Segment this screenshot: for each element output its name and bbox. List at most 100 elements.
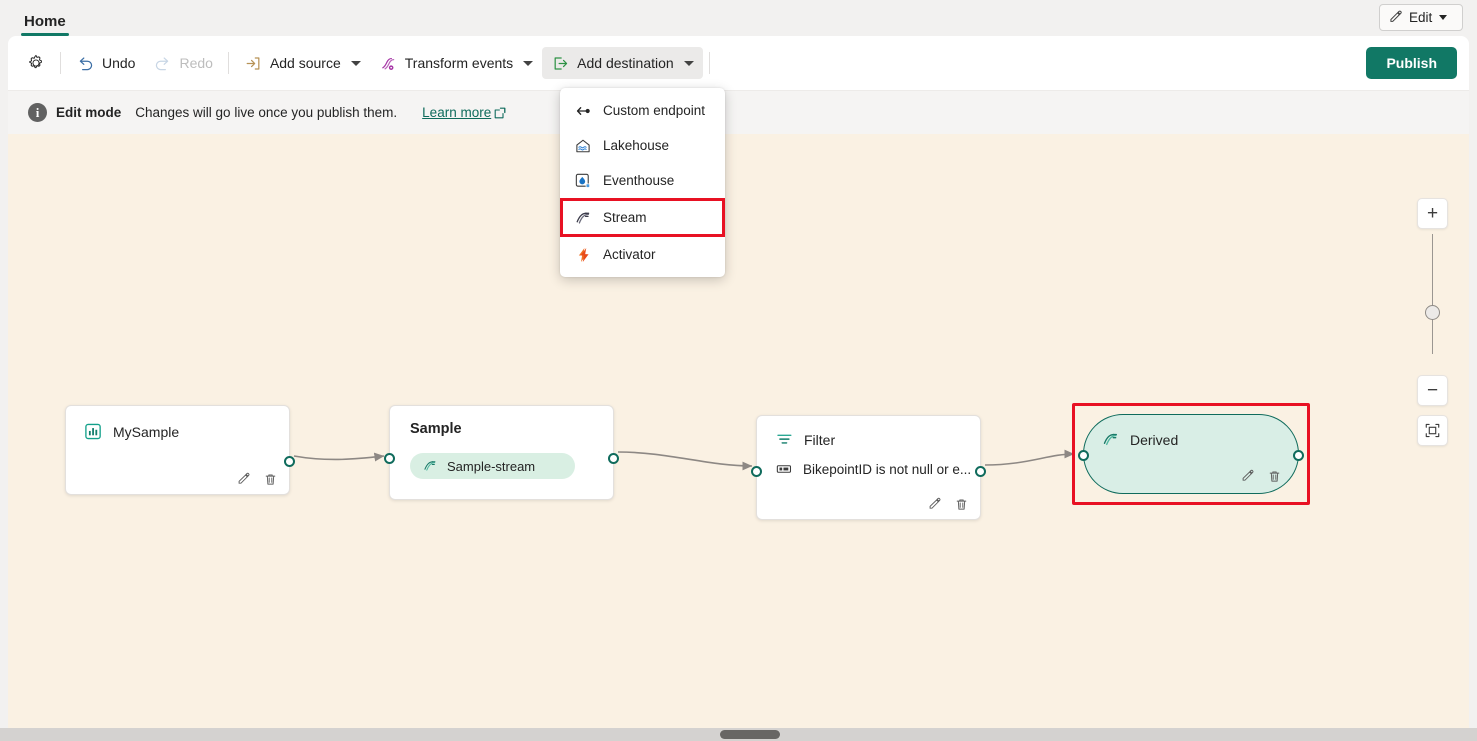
info-icon: i (28, 103, 47, 122)
learn-more-label: Learn more (422, 105, 491, 120)
chevron-down-icon (1439, 15, 1447, 20)
menu-item-label: Stream (603, 210, 647, 225)
trash-icon[interactable] (1267, 469, 1282, 484)
node-filter-condition-label: BikepointID is not null or e... (803, 462, 971, 477)
horizontal-scrollbar-thumb[interactable] (720, 730, 780, 739)
transform-events-label: Transform events (405, 55, 513, 71)
fit-to-screen-icon (1424, 422, 1441, 439)
connector-filter-derived (985, 454, 1074, 465)
info-title: Edit mode (56, 105, 121, 120)
minus-icon: − (1427, 381, 1438, 400)
horizontal-scrollbar[interactable] (0, 728, 1477, 741)
connector-mysample-sample (294, 456, 384, 459)
add-source-button[interactable]: Add source (235, 47, 370, 79)
chevron-down-icon (351, 61, 361, 66)
node-derived-highlight: Derived (1072, 403, 1310, 505)
stream-icon (422, 458, 438, 474)
node-sample-title: Sample (410, 421, 462, 437)
add-source-label: Add source (270, 55, 341, 71)
node-derived[interactable]: Derived (1083, 414, 1299, 494)
fit-to-screen-button[interactable] (1417, 415, 1448, 446)
zoom-slider-track[interactable] (1432, 234, 1433, 354)
node-mysample-actions (236, 472, 278, 487)
node-derived-input-port[interactable] (1078, 450, 1089, 461)
menu-item-eventhouse[interactable]: Eventhouse (560, 163, 725, 198)
zoom-in-button[interactable]: + (1417, 198, 1448, 229)
pencil-icon[interactable] (927, 497, 942, 512)
trash-icon[interactable] (954, 497, 969, 512)
tab-home[interactable]: Home (18, 13, 72, 36)
info-message: Changes will go live once you publish th… (135, 105, 397, 120)
activator-bolt-icon (574, 246, 592, 264)
gear-icon (27, 54, 45, 72)
eventstream-canvas[interactable]: MySample Sample (8, 134, 1469, 728)
transform-events-button[interactable]: Transform events (370, 47, 542, 79)
chart-source-icon (84, 422, 103, 441)
open-in-new-icon (494, 107, 506, 119)
redo-label: Redo (179, 55, 212, 71)
zoom-out-button[interactable]: − (1417, 375, 1448, 406)
menu-item-activator[interactable]: Activator (560, 237, 725, 272)
redo-button: Redo (144, 47, 221, 79)
menu-item-label: Lakehouse (603, 138, 669, 153)
edit-mode-info-bar: i Edit mode Changes will go live once yo… (8, 90, 1469, 134)
node-sample-input-port[interactable] (384, 453, 395, 464)
edit-mode-label: Edit (1409, 10, 1432, 25)
settings-button[interactable] (18, 47, 54, 79)
custom-endpoint-icon (574, 102, 592, 120)
trash-icon[interactable] (263, 472, 278, 487)
node-filter-actions (927, 497, 969, 512)
node-derived-title: Derived (1130, 432, 1178, 448)
node-filter-input-port[interactable] (751, 466, 762, 477)
add-destination-menu[interactable]: Custom endpoint Lakehouse Eventhouse (560, 88, 725, 277)
eventhouse-icon (574, 172, 592, 190)
zoom-slider-thumb[interactable] (1425, 305, 1440, 320)
learn-more-link[interactable]: Learn more (422, 105, 506, 120)
node-filter[interactable]: Filter BikepointID is not null or e... (756, 415, 981, 520)
edit-mode-button[interactable]: Edit (1379, 4, 1463, 31)
eventstream-editor: Home Edit (0, 0, 1477, 741)
menu-item-stream[interactable]: Stream (560, 198, 725, 237)
node-mysample-title: MySample (113, 424, 179, 440)
node-sample[interactable]: Sample Sample-stream (389, 405, 614, 500)
chevron-down-icon (523, 61, 533, 66)
stream-icon (574, 209, 592, 227)
publish-button[interactable]: Publish (1366, 47, 1457, 79)
menu-item-lakehouse[interactable]: Lakehouse (560, 128, 725, 163)
tab-strip: Home Edit (0, 0, 1477, 36)
node-sample-stream-label: Sample-stream (447, 459, 535, 474)
node-mysample-output-port[interactable] (284, 456, 295, 467)
filter-icon (775, 430, 794, 449)
arrow-out-of-box-icon (551, 54, 570, 73)
toolbar-divider (60, 52, 61, 74)
add-destination-button[interactable]: Add destination (542, 47, 703, 79)
tab-home-label: Home (24, 13, 66, 30)
pencil-icon[interactable] (236, 472, 251, 487)
menu-item-custom-endpoint[interactable]: Custom endpoint (560, 93, 725, 128)
node-sample-stream-pill[interactable]: Sample-stream (410, 453, 575, 479)
pencil-icon (1388, 10, 1403, 25)
undo-label: Undo (102, 55, 135, 71)
chevron-down-icon (684, 61, 694, 66)
add-destination-label: Add destination (577, 55, 674, 71)
menu-item-label: Activator (603, 247, 656, 262)
lakehouse-icon (574, 137, 592, 155)
pencil-icon[interactable] (1240, 469, 1255, 484)
plus-icon: + (1427, 204, 1438, 223)
node-filter-condition: BikepointID is not null or e... (775, 460, 975, 478)
connector-sample-filter (618, 452, 752, 466)
undo-arrow-icon (76, 54, 95, 73)
node-derived-actions (1240, 469, 1282, 484)
arrow-into-box-icon (244, 54, 263, 73)
menu-item-label: Eventhouse (603, 173, 674, 188)
node-sample-output-port[interactable] (608, 453, 619, 464)
menu-item-label: Custom endpoint (603, 103, 705, 118)
undo-button[interactable]: Undo (67, 47, 144, 79)
node-filter-output-port[interactable] (975, 466, 986, 477)
stream-icon (1101, 430, 1120, 449)
node-filter-title: Filter (804, 432, 835, 448)
node-mysample[interactable]: MySample (65, 405, 290, 495)
toolbar-divider-2 (228, 52, 229, 74)
node-derived-output-port[interactable] (1293, 450, 1304, 461)
redo-arrow-icon (153, 54, 172, 73)
